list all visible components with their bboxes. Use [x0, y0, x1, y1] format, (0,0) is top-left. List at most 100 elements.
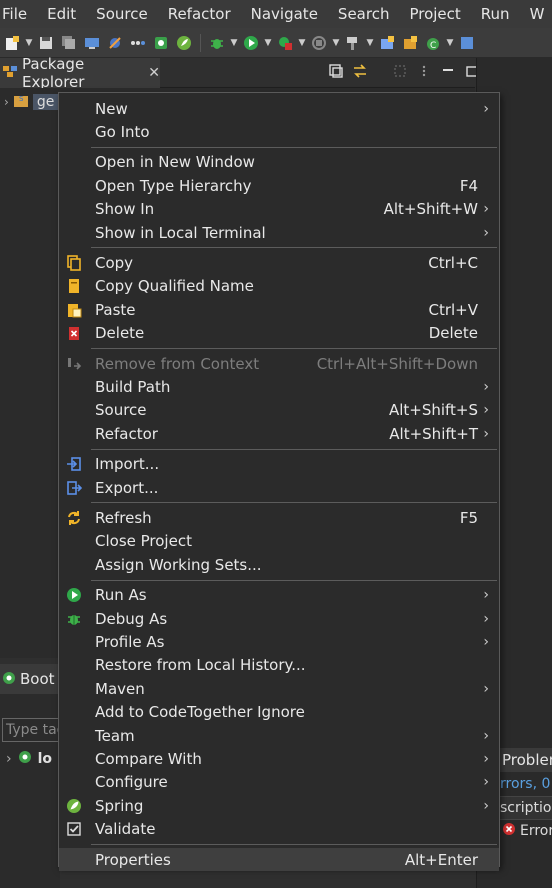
menu-item-show-in[interactable]: Show In Alt+Shift+W › — [59, 198, 499, 221]
package-explorer-tabbar: Package Explorer ✕ — [0, 55, 478, 91]
boot-app-label: lo — [37, 751, 53, 767]
menu-item-label: Go Into — [95, 122, 150, 141]
menu-item-maven[interactable]: Maven › — [59, 677, 499, 700]
problems-column-description[interactable]: scription — [500, 796, 552, 820]
remove-context-icon — [65, 355, 83, 373]
menu-bar: File Edit Source Refactor Navigate Searc… — [0, 0, 552, 28]
collapse-all-icon[interactable] — [328, 63, 344, 83]
submenu-arrow-icon: › — [483, 750, 489, 767]
menu-navigate[interactable]: Navigate — [241, 0, 328, 28]
menu-item-import[interactable]: Import... — [59, 453, 499, 476]
spring-leaf-icon[interactable] — [174, 33, 194, 53]
menu-item-label: Run As — [95, 586, 147, 605]
new-class-icon[interactable]: C — [423, 33, 443, 53]
new-icon[interactable] — [2, 33, 22, 53]
menu-item-validate[interactable]: Validate — [59, 818, 499, 841]
menu-item-build-path[interactable]: Build Path › — [59, 375, 499, 398]
chevron-down-icon[interactable]: ▼ — [25, 33, 33, 53]
menu-edit[interactable]: Edit — [37, 0, 86, 28]
chevron-down-icon[interactable]: ▼ — [366, 33, 374, 53]
menu-search[interactable]: Search — [328, 0, 400, 28]
menu-item-copy[interactable]: Copy Ctrl+C — [59, 251, 499, 274]
terminal-icon[interactable] — [82, 33, 102, 53]
new-java-package-icon[interactable] — [377, 33, 397, 53]
menu-item-label: Open Type Hierarchy — [95, 176, 252, 195]
problems-error-row[interactable]: Error — [502, 822, 552, 840]
spring-icon — [65, 797, 83, 815]
copy-qualified-name-icon — [65, 277, 83, 295]
menu-item-profile-as[interactable]: Profile As › — [59, 630, 499, 653]
close-icon[interactable]: ✕ — [148, 65, 160, 81]
chevron-down-icon[interactable]: ▼ — [264, 33, 272, 53]
menu-separator — [91, 348, 497, 349]
focus-icon[interactable] — [392, 63, 408, 83]
menu-item-spring[interactable]: Spring › — [59, 794, 499, 817]
menu-item-refactor[interactable]: Refactor Alt+Shift+T › — [59, 422, 499, 445]
menu-item-properties[interactable]: Properties Alt+Enter — [59, 848, 499, 871]
menu-run[interactable]: Run — [471, 0, 520, 28]
debug-icon[interactable] — [207, 33, 227, 53]
tree-row-project[interactable]: › S ge — [4, 92, 59, 112]
skip-breakpoints-icon[interactable] — [105, 33, 125, 53]
menu-item-open-in-new-window[interactable]: Open in New Window — [59, 151, 499, 174]
chevron-down-icon[interactable]: ▼ — [332, 33, 340, 53]
menu-item-shortcut: F4 — [459, 176, 478, 195]
menu-item-restore-from-local-history[interactable]: Restore from Local History... — [59, 654, 499, 677]
menu-item-refresh[interactable]: Refresh F5 — [59, 506, 499, 529]
menu-item-go-into[interactable]: Go Into — [59, 120, 499, 143]
chevron-down-icon[interactable]: ▼ — [298, 33, 306, 53]
menu-project[interactable]: Project — [399, 0, 470, 28]
tab-boot-dashboard[interactable]: Boot — [0, 664, 60, 694]
tab-package-explorer[interactable]: Package Explorer ✕ — [0, 55, 160, 91]
link-with-editor-icon[interactable] — [352, 63, 368, 83]
menu-item-copy-qualified-name[interactable]: Copy Qualified Name — [59, 275, 499, 298]
save-all-icon[interactable] — [59, 33, 79, 53]
submenu-arrow-icon: › — [483, 425, 489, 442]
stop-icon[interactable] — [309, 33, 329, 53]
coverage-icon[interactable] — [275, 33, 295, 53]
chevron-down-icon[interactable]: ▼ — [446, 33, 454, 53]
menu-item-compare-with[interactable]: Compare With › — [59, 747, 499, 770]
menu-refactor[interactable]: Refactor — [158, 0, 241, 28]
chevron-down-icon[interactable]: ▼ — [230, 33, 238, 53]
problems-error-label: Error — [520, 823, 552, 839]
menu-item-shortcut: Alt+Shift+S — [388, 401, 478, 420]
menu-item-add-to-codetogether-ignore[interactable]: Add to CodeTogether Ignore — [59, 701, 499, 724]
menu-item-configure[interactable]: Configure › — [59, 771, 499, 794]
menu-item-export[interactable]: Export... — [59, 476, 499, 499]
menu-item-assign-working-sets[interactable]: Assign Working Sets... — [59, 553, 499, 576]
open-type-icon[interactable] — [457, 33, 477, 53]
connect-icon[interactable] — [128, 33, 148, 53]
menu-item-label: Copy — [95, 253, 134, 272]
chevron-right-icon[interactable]: › — [4, 95, 9, 109]
menu-item-debug-as[interactable]: Debug As › — [59, 607, 499, 630]
menu-file[interactable]: File — [0, 0, 37, 28]
menu-item-new[interactable]: New › — [59, 97, 499, 120]
view-menu-icon[interactable] — [416, 63, 432, 83]
minimize-icon[interactable] — [440, 63, 456, 83]
menu-item-open-type-hierarchy[interactable]: Open Type Hierarchy F4 — [59, 174, 499, 197]
menu-separator — [91, 502, 497, 504]
menu-window[interactable]: W — [520, 0, 552, 28]
boot-app-row[interactable]: › lo — [6, 750, 52, 768]
new-java-class-icon[interactable] — [400, 33, 420, 53]
menu-item-show-in-local-terminal[interactable]: Show in Local Terminal › — [59, 221, 499, 244]
menu-item-paste[interactable]: Paste Ctrl+V — [59, 298, 499, 321]
svg-text:C: C — [430, 41, 436, 51]
tag-filter-input[interactable]: Type tag — [2, 718, 62, 742]
menu-item-delete[interactable]: Delete Delete — [59, 322, 499, 345]
menu-item-close-project[interactable]: Close Project — [59, 530, 499, 553]
menu-item-label: Copy Qualified Name — [95, 277, 254, 296]
import-icon — [65, 455, 83, 473]
run-icon[interactable] — [241, 33, 261, 53]
menu-source[interactable]: Source — [86, 0, 158, 28]
boot-dashboard-icon[interactable] — [151, 33, 171, 53]
tab-problems[interactable]: Problem — [500, 748, 552, 772]
project-label[interactable]: ge — [32, 94, 59, 110]
save-icon[interactable] — [36, 33, 56, 53]
chevron-right-icon[interactable]: › — [6, 751, 12, 767]
menu-item-run-as[interactable]: Run As › — [59, 584, 499, 607]
menu-item-team[interactable]: Team › — [59, 724, 499, 747]
external-tools-icon[interactable] — [343, 33, 363, 53]
menu-item-source[interactable]: Source Alt+Shift+S › — [59, 399, 499, 422]
